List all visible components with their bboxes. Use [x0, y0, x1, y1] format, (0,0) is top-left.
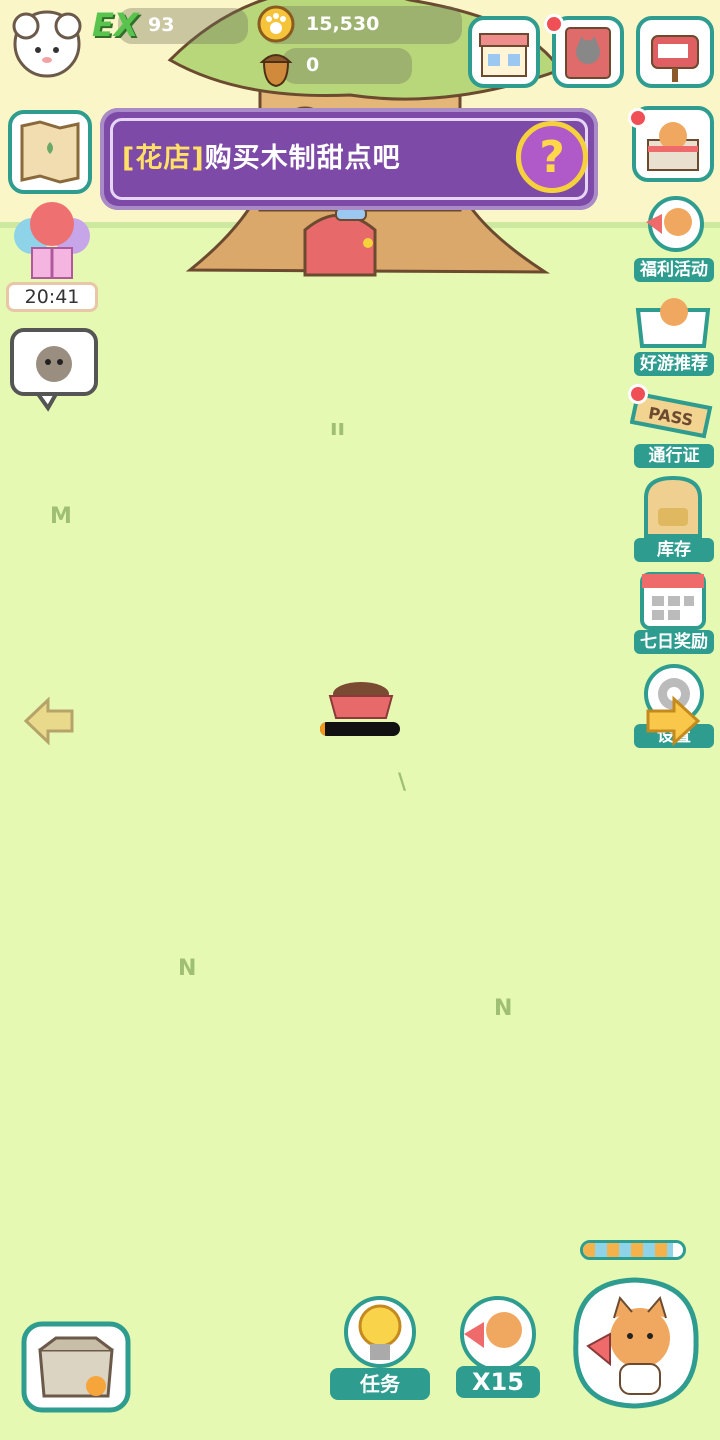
inventory-label: 库存: [634, 538, 714, 562]
cat-gift-box-icon: [635, 298, 711, 348]
welfare-label: 福利活动: [634, 258, 714, 282]
grass-tuft: M: [50, 504, 72, 529]
pass-label: 通行证: [634, 444, 714, 468]
album-notification-dot: [544, 14, 564, 34]
cat-chat-icon: [10, 328, 98, 412]
map-icon: [20, 120, 80, 184]
acorn-value: 0: [306, 54, 320, 76]
mailbox-icon: [651, 35, 699, 82]
main-cat-button[interactable]: [564, 1272, 706, 1412]
balloon-gift-button[interactable]: [6, 196, 98, 288]
mission-description: 购买木制甜点吧: [204, 143, 401, 174]
lightbulb-icon: [344, 1296, 416, 1368]
ex-value: 93: [148, 14, 175, 36]
shop-button[interactable]: [468, 16, 540, 88]
question-icon: ?: [539, 131, 565, 183]
coin-value: 15,530: [306, 13, 380, 35]
game-recommend-label: 好游推荐: [634, 352, 714, 376]
grass-tuft: ıı: [330, 416, 346, 441]
shop-icon: [479, 33, 529, 77]
acorn-icon: [259, 54, 293, 88]
megaphone-cat-icon: [646, 196, 704, 252]
grass-tuft: N: [178, 956, 197, 981]
backpack-icon: [644, 475, 702, 538]
gift-timer: 20:41: [6, 282, 98, 312]
experience-icon: EX: [92, 6, 139, 44]
mailbox-button[interactable]: [636, 16, 714, 88]
arrow-right-icon[interactable]: [642, 694, 702, 748]
paw-coin-icon: [257, 5, 295, 43]
mission-tag: [花店]: [122, 143, 205, 174]
inventory-button[interactable]: 库存: [632, 474, 714, 564]
grass-tuft: \: [398, 770, 407, 795]
food-bowl-icon[interactable]: [326, 674, 396, 722]
help-button[interactable]: ?: [516, 121, 588, 193]
avatar[interactable]: [6, 6, 88, 86]
storage-button[interactable]: [20, 1320, 132, 1414]
seven-day-reward-button[interactable]: 七日奖励: [632, 566, 714, 656]
pass-notification-dot: [628, 384, 648, 404]
arrow-left-icon[interactable]: [22, 694, 76, 748]
calendar-icon: [640, 572, 706, 630]
cat-album-icon: [565, 27, 611, 79]
multiplier-label: X15: [456, 1366, 540, 1398]
box-notification-dot: [628, 108, 648, 128]
acorn-counter: 0: [282, 48, 412, 84]
welfare-activities-button[interactable]: 福利活动: [632, 192, 714, 282]
main-cat-icon: [573, 1277, 699, 1409]
cat-chat-button[interactable]: [8, 326, 100, 412]
food-bowl-progress: [320, 722, 400, 736]
cat-helper-button[interactable]: X15: [452, 1294, 544, 1404]
sheep-avatar-icon: [12, 10, 82, 78]
mission-banner[interactable]: [花店]购买木制甜点吧 ?: [100, 108, 598, 210]
cardboard-box-icon: [21, 1321, 131, 1413]
task-label: 任务: [330, 1368, 430, 1400]
food-bowl-progress-fill: [320, 722, 325, 736]
task-button[interactable]: 任务: [330, 1294, 430, 1404]
main-cat-progress-fill: [583, 1243, 673, 1257]
seven-day-label: 七日奖励: [634, 630, 714, 654]
mission-text: [花店]购买木制甜点吧: [122, 136, 401, 175]
game-recommend-button[interactable]: 好游推荐: [632, 286, 714, 376]
main-cat-progress: [580, 1240, 686, 1260]
cat-megaphone-icon: [460, 1296, 536, 1372]
grass-tuft: N: [494, 996, 513, 1021]
map-button[interactable]: [8, 110, 92, 194]
balloon-gift-icon: [14, 202, 90, 279]
